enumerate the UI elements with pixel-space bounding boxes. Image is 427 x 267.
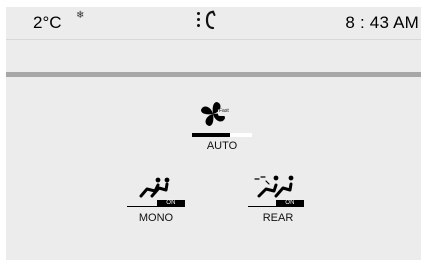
rear-button[interactable] [254,174,302,198]
fan-level-track [230,133,252,137]
fan-icon [201,102,232,126]
rear-indicator-line [248,206,276,207]
fan-mode-label: AUTO [206,140,238,152]
rear-on-badge: ON [276,200,304,207]
mono-label: MONO [138,212,174,224]
mono-indicator-line [127,206,157,207]
header-divider [6,39,421,40]
mono-on-badge: ON [157,200,185,207]
snowflake-icon: ❄ [76,10,85,21]
vertical-dots-icon[interactable] [197,12,201,28]
rear-label: REAR [262,212,294,224]
clock-time: 8 : 43 AM [345,13,419,32]
mono-button[interactable] [139,176,175,198]
rear-seat-occupants-icon [254,175,294,198]
seat-occupants-icon [139,177,170,198]
outside-temperature: 2°C [33,13,62,32]
fan-speed-button[interactable]: Fast [200,100,234,130]
section-divider [6,72,421,77]
fan-badge: Fast [219,108,229,114]
phone-handset-icon[interactable] [204,10,216,30]
fan-level-fill [192,133,230,137]
climate-screen: 2°C ❄ 8 : 43 AM Fast AUTO ON MONO ON REA… [0,0,427,267]
